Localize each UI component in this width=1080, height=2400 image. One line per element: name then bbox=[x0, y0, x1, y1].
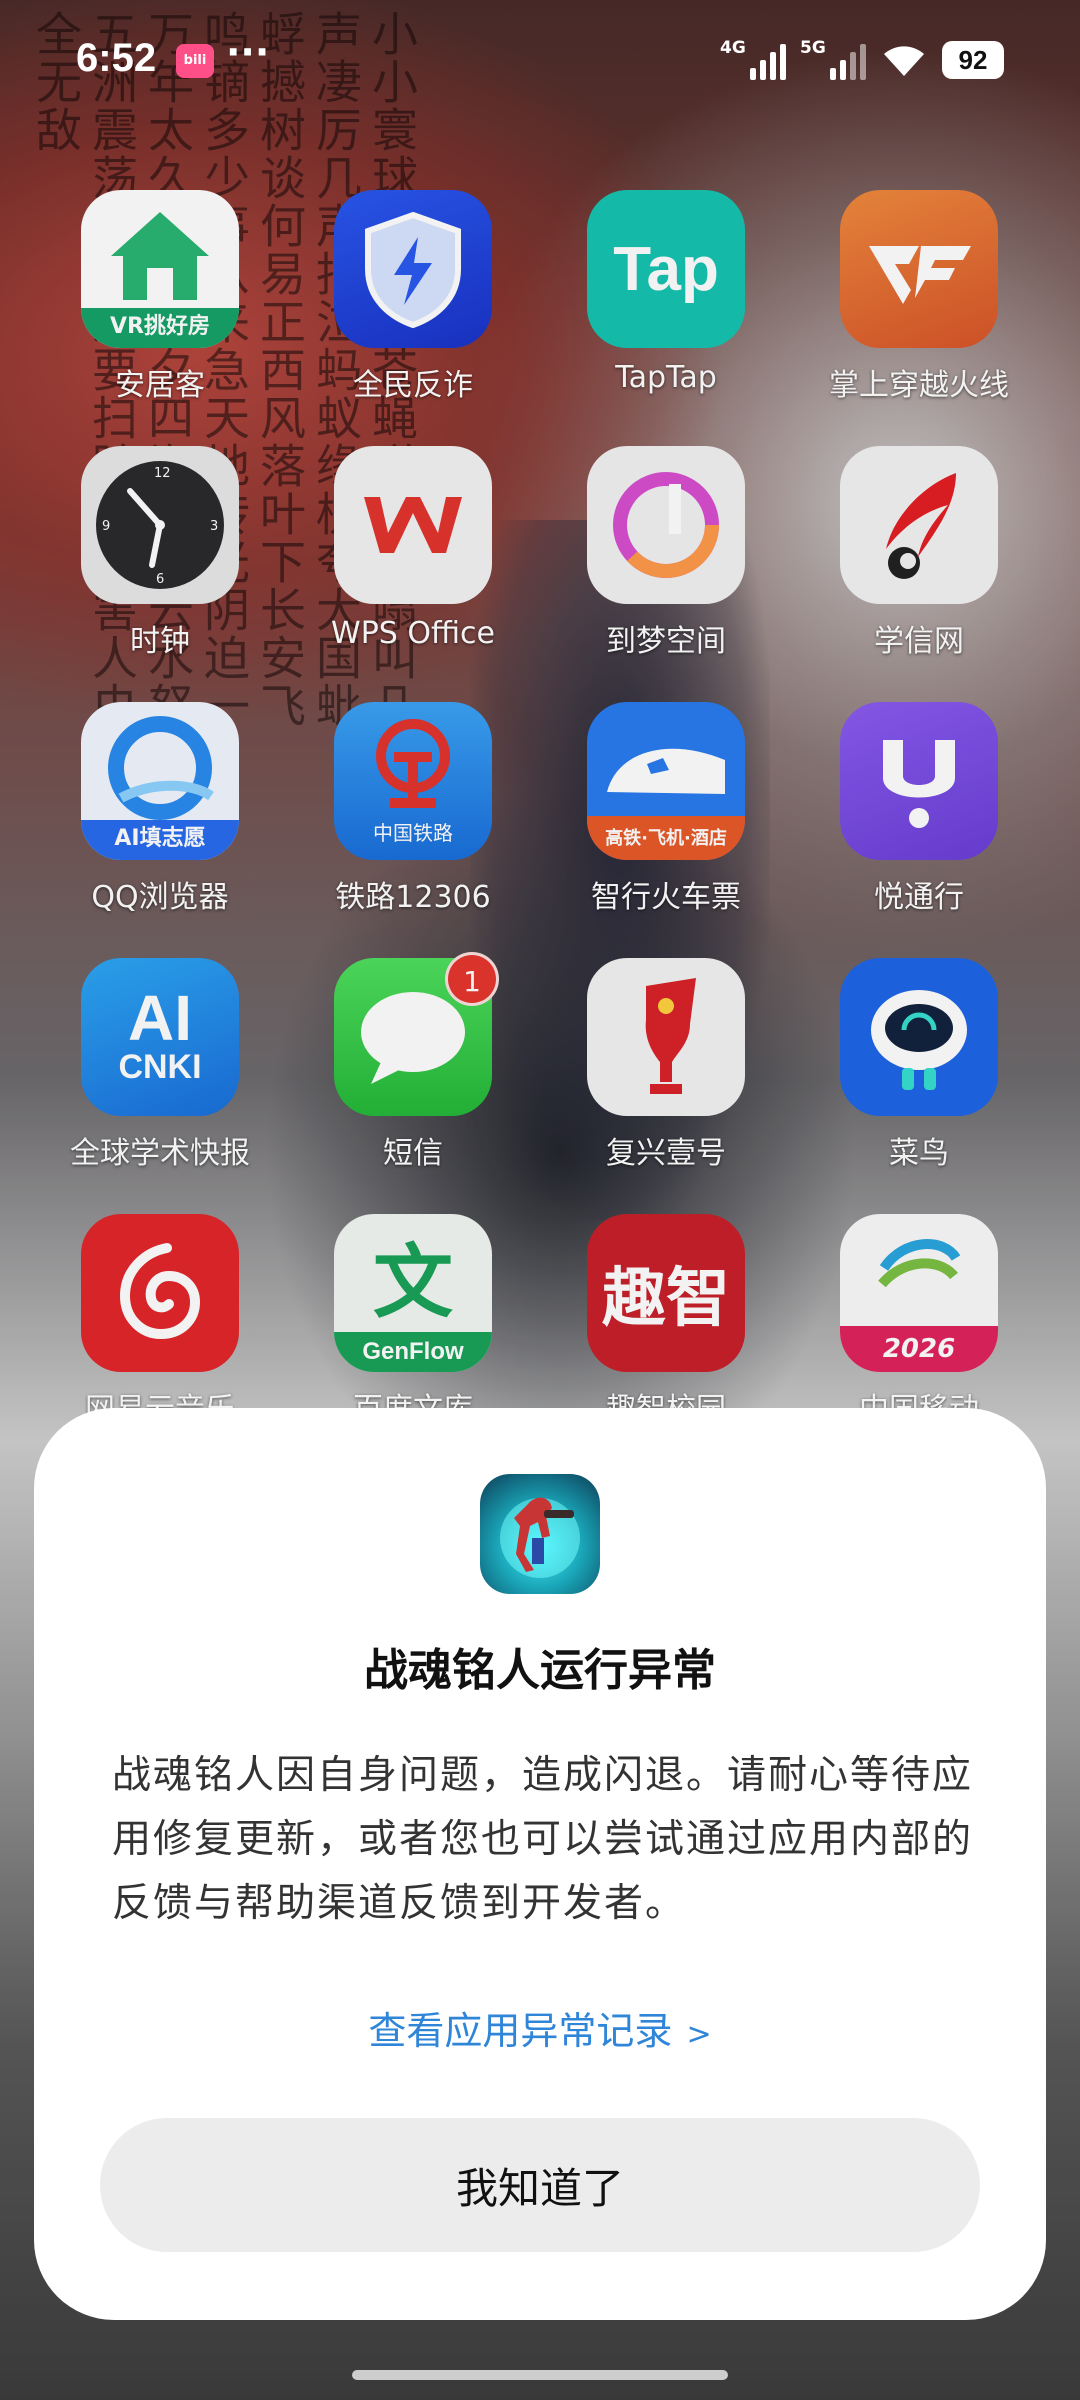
home-indicator[interactable] bbox=[352, 2370, 728, 2380]
status-indicators: 4G 5G 92 bbox=[720, 38, 1004, 82]
signal-4g-icon: 4G bbox=[720, 38, 786, 80]
view-crash-log-label: 查看应用异常记录 bbox=[368, 2009, 673, 2053]
battery-icon: 92 bbox=[942, 41, 1004, 79]
game-app-icon bbox=[480, 1474, 600, 1594]
status-time: 6:52 bbox=[76, 36, 157, 80]
crash-dialog: 战魂铭人运行异常 战魂铭人因自身问题，造成闪退。请耐心等待应用修复更新，或者您也… bbox=[34, 1408, 1046, 2320]
bilibili-notification-icon: bili bbox=[176, 44, 214, 78]
dialog-message: 战魂铭人因自身问题，造成闪退。请耐心等待应用修复更新，或者您也可以尝试通过应用内… bbox=[112, 1753, 974, 1926]
more-notifications-icon: ··· bbox=[226, 30, 270, 74]
signal-5g-icon: 5G bbox=[800, 38, 866, 80]
view-crash-log-link[interactable]: 查看应用异常记录 > bbox=[34, 2000, 1046, 2055]
chevron-right-icon: > bbox=[686, 2017, 712, 2052]
acknowledge-button[interactable]: 我知道了 bbox=[100, 2118, 980, 2252]
status-bar: 6:52 bili ··· 4G 5G 92 bbox=[0, 0, 1080, 120]
dialog-title: 战魂铭人运行异常 bbox=[364, 1645, 716, 1696]
wifi-icon bbox=[884, 46, 924, 76]
